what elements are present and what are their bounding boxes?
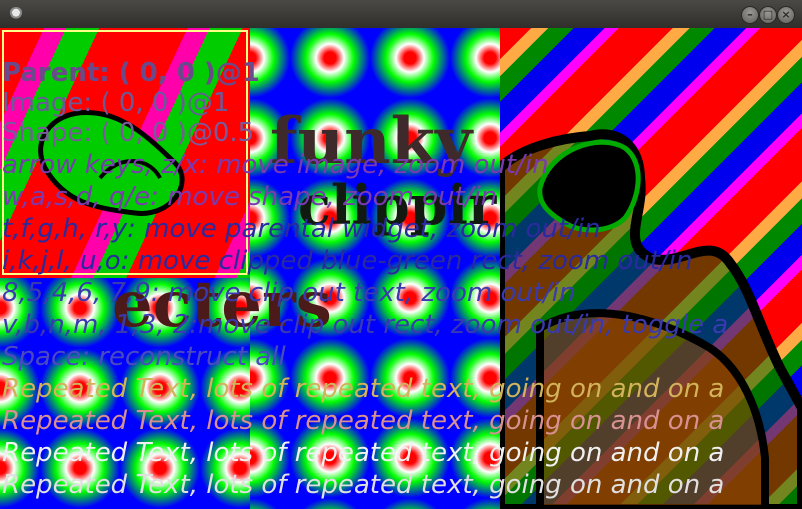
help-line-3: Shape: ( 0, 0 )@0.5 — [2, 118, 255, 148]
help-line-14: Repeated Text, lots of repeated text, go… — [2, 470, 725, 500]
help-line-2: Image: ( 0, 0 )@1 — [2, 88, 230, 118]
help-line-7: i,k,j,l, u,o: move clipped blue-green re… — [2, 246, 693, 276]
help-line-4: arrow keys, z/x: move image, zoom out/in — [2, 150, 549, 180]
help-line-13: Repeated Text, lots of repeated text, go… — [2, 438, 725, 468]
app-window: – □ × funky clippir ecters Parent: ( 0, … — [0, 0, 802, 509]
help-line-1: Parent: ( 0, 0 )@1 — [2, 58, 260, 88]
minimize-button[interactable]: – — [741, 6, 759, 24]
help-line-11: Repeated Text, lots of repeated text, go… — [2, 374, 725, 404]
maximize-button[interactable]: □ — [759, 6, 777, 24]
close-button[interactable]: × — [777, 6, 795, 24]
help-line-5: w,a,s,d, q/e: move shape, zoom out/in — [2, 182, 498, 212]
help-line-12: Repeated Text, lots of repeated text, go… — [2, 406, 725, 436]
help-line-10: Space: reconstruct all — [2, 342, 286, 372]
help-line-8: 8,5,4,6, 7,9: move clip out text, zoom o… — [2, 278, 576, 308]
help-line-6: t,f,g,h, r,y: move parental widget, zoom… — [2, 214, 601, 244]
title-bar[interactable]: – □ × — [0, 0, 802, 29]
canvas-area[interactable]: funky clippir ecters Parent: ( 0, 0 )@1 I… — [0, 28, 802, 509]
app-icon — [9, 7, 23, 21]
help-line-9: v,b,n,m, 1,3, 2:move clip out rect, zoom… — [2, 310, 729, 340]
